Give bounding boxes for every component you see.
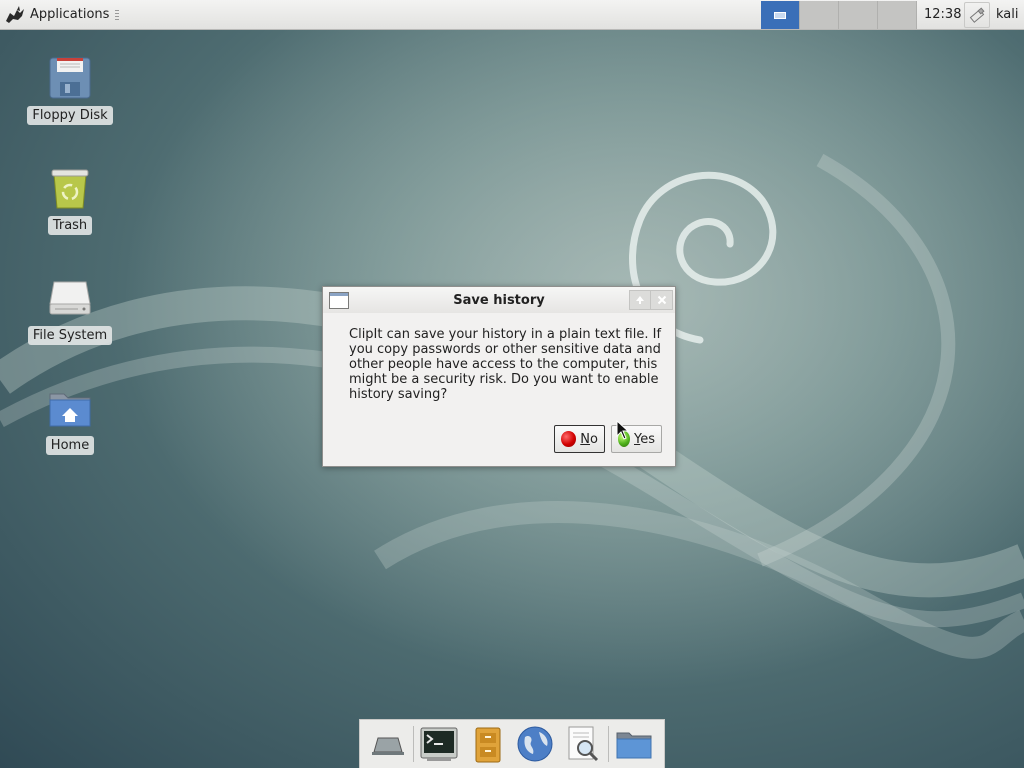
removable-drive-tray[interactable] — [964, 2, 990, 28]
dialog-titlebar[interactable]: Save history — [323, 287, 675, 313]
show-desktop-icon — [372, 737, 404, 755]
desktop-icon-home[interactable]: Home — [25, 384, 115, 455]
desktop-icon-floppy-disk[interactable]: Floppy Disk — [25, 54, 115, 125]
desktop-icon-label: Trash — [47, 216, 93, 235]
terminal-icon — [420, 727, 458, 761]
web-browser-icon — [517, 726, 553, 762]
clock[interactable]: 12:38 — [924, 0, 961, 30]
dock-file-manager[interactable] — [463, 721, 511, 767]
dock-folder[interactable] — [610, 721, 658, 767]
top-panel: Applications 12:38 kali — [0, 0, 1024, 30]
workspace-3[interactable] — [839, 1, 878, 29]
desktop-icon-label: Floppy Disk — [27, 106, 113, 125]
file-manager-cabinet-icon — [475, 727, 501, 763]
window-thumbnail — [774, 11, 786, 19]
trash-icon — [51, 169, 89, 209]
dialog-title: Save history — [453, 293, 545, 308]
dock-separator — [413, 726, 414, 762]
dock-separator — [608, 726, 609, 762]
dock-app-finder[interactable] — [559, 721, 607, 767]
desktop-icon-label: File System — [27, 326, 113, 345]
floppy-disk-icon — [49, 57, 91, 99]
dock-show-desktop[interactable] — [364, 721, 412, 767]
user-menu[interactable]: kali — [996, 0, 1019, 30]
dock — [359, 719, 665, 768]
dialog-message: ClipIt can save your history in a plain … — [349, 327, 662, 402]
dock-web-browser[interactable] — [511, 721, 559, 767]
app-finder-icon — [568, 726, 599, 762]
desktop-icon-label: Home — [45, 436, 95, 455]
yes-button-label: Yes — [634, 431, 655, 447]
kali-dragon-icon — [6, 5, 24, 23]
desktop-icon-trash[interactable]: Trash — [25, 164, 115, 235]
desktop-icon-file-system[interactable]: File System — [25, 274, 115, 345]
applications-label: Applications — [30, 7, 110, 22]
close-button[interactable] — [651, 290, 673, 310]
workspace-switcher — [761, 1, 917, 29]
folder-icon — [616, 732, 652, 759]
arrow-up-icon — [636, 296, 644, 304]
workspace-1[interactable] — [761, 1, 800, 29]
usb-drive-icon — [969, 7, 985, 23]
workspace-4[interactable] — [878, 1, 917, 29]
dock-terminal[interactable] — [415, 721, 463, 767]
home-folder-icon — [49, 393, 91, 427]
no-button[interactable]: No — [554, 425, 605, 453]
window-controls — [629, 290, 673, 310]
maximize-button[interactable] — [629, 290, 651, 310]
workspace-2[interactable] — [800, 1, 839, 29]
no-button-label: No — [580, 431, 598, 447]
drive-icon — [49, 281, 91, 315]
applications-menu[interactable]: Applications — [0, 0, 125, 30]
stop-icon — [561, 431, 577, 447]
close-icon — [657, 295, 666, 305]
mouse-pointer-icon — [616, 420, 630, 440]
panel-handle — [115, 9, 120, 20]
